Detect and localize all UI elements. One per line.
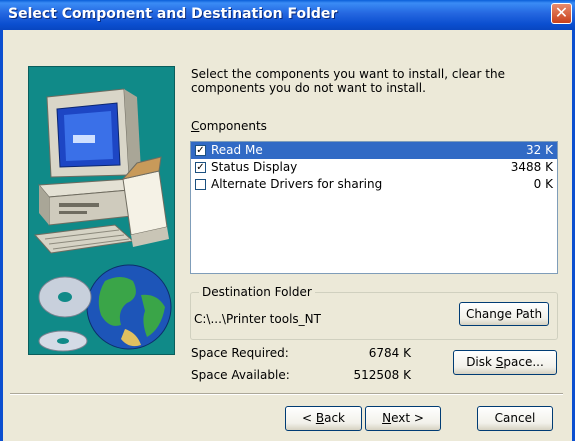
back-hotkey: B	[315, 411, 325, 425]
title-bar[interactable]: Select Component and Destination Folder …	[0, 0, 575, 30]
back-pre: <	[301, 411, 316, 425]
disk-space-button[interactable]: Disk Space...	[453, 350, 557, 375]
destination-path: C:\...\Printer tools_NT	[194, 312, 321, 326]
component-label: Alternate Drivers for sharing	[211, 177, 383, 191]
checkbox-icon[interactable]: ✓	[195, 145, 206, 156]
footer-separator	[10, 393, 563, 395]
cancel-button[interactable]: Cancel	[477, 406, 553, 431]
checkbox-icon[interactable]	[195, 179, 206, 190]
components-list[interactable]: ✓ Read Me 32 K ✓ Status Display 3488 K A…	[190, 141, 558, 274]
next-post: ext >	[391, 411, 424, 425]
component-label: Status Display	[211, 160, 298, 174]
disk-space-pre: Disk	[466, 355, 496, 369]
component-size: 3488 K	[510, 160, 553, 174]
close-button[interactable]: ✕	[551, 3, 572, 24]
back-post: ack	[324, 411, 345, 425]
change-path-button[interactable]: Change Path	[459, 302, 549, 326]
back-button[interactable]: < Back	[285, 406, 362, 431]
component-label: Read Me	[211, 143, 263, 157]
space-available-value: 512508 K	[353, 368, 412, 382]
setup-illustration	[28, 66, 175, 355]
component-size: 0 K	[533, 177, 553, 191]
instructions-text: Select the components you want to instal…	[191, 67, 505, 95]
component-row-status-display[interactable]: ✓ Status Display 3488 K	[191, 159, 557, 176]
next-hotkey: N	[382, 411, 392, 425]
components-label-rest: omponents	[199, 119, 267, 133]
computer-illustration	[33, 88, 172, 352]
cd-disc-illustration	[38, 276, 92, 352]
components-label: Components	[191, 119, 267, 133]
component-size: 32 K	[526, 143, 553, 157]
window-frame-left	[0, 30, 3, 441]
checkbox-icon[interactable]: ✓	[195, 162, 206, 173]
component-row-read-me[interactable]: ✓ Read Me 32 K	[191, 142, 557, 159]
close-icon: ✕	[554, 3, 569, 22]
destination-folder-legend: Destination Folder	[199, 285, 315, 299]
next-button[interactable]: Next >	[365, 406, 441, 431]
disk-space-post: pace...	[503, 355, 544, 369]
window-title: Select Component and Destination Folder	[8, 6, 338, 22]
installer-window: Select Component and Destination Folder …	[0, 0, 575, 441]
component-row-alternate-drivers[interactable]: Alternate Drivers for sharing 0 K	[191, 176, 557, 193]
space-required-label: Space Required:	[191, 346, 289, 360]
space-required-value: 6784 K	[368, 346, 411, 360]
space-available-label: Space Available:	[191, 368, 290, 382]
